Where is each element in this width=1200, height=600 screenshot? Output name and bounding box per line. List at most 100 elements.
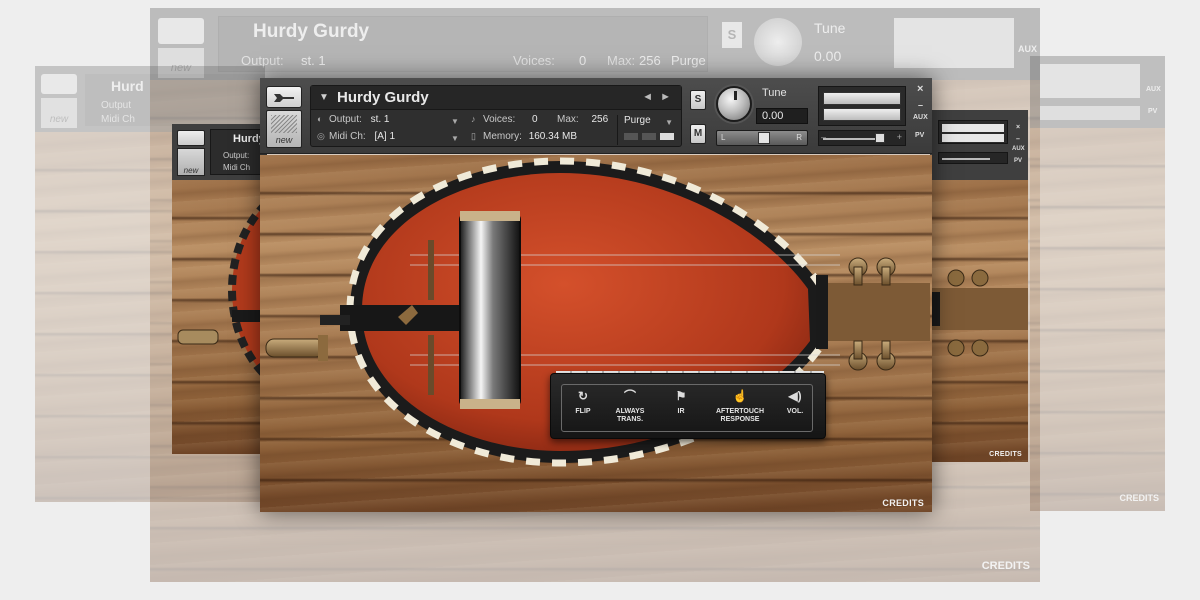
side-left-header: new Hurdy Output: Midi Ch [172, 124, 267, 180]
voices-field: ♪ Voices: 0 [471, 114, 538, 125]
aftertouch-response-control[interactable]: ☝ AFTERTOUCH RESPONSE [710, 389, 770, 424]
background-info-panel: Hurdy Gurdy Output: st. 1 Voices: 0 Max:… [218, 16, 708, 72]
voices-icon: ♪ [471, 114, 476, 124]
right-volume [1040, 106, 1140, 120]
volume-slider-thumb[interactable] [875, 133, 885, 143]
aftertouch-label-2: RESPONSE [720, 416, 760, 423]
finger-icon: ☝ [732, 389, 748, 403]
instrument-header: new ▼ Hurdy Gurdy ◄ ► ◐ Output: st. 1 ▼ ♪… [260, 78, 932, 154]
performance-controls-panel: ↻ FLIP ⌒ ALWAYS TRANS. ⚑ IR ☝ AFTERTOUCH… [550, 373, 826, 439]
right-background-credits: CREDITS [1119, 493, 1159, 503]
side-right-header: × – AUX PV [930, 110, 1028, 180]
memory-field: ▯ Memory: 160.34 MB [471, 131, 577, 142]
output-dropdown-arrow[interactable]: ▼ [451, 117, 459, 126]
next-instrument-button[interactable]: ► [660, 91, 671, 103]
side-right-meters [938, 120, 1008, 144]
purge-indicator [624, 133, 638, 140]
minimize-button[interactable]: – [918, 100, 923, 110]
controls-frame: ↻ FLIP ⌒ ALWAYS TRANS. ⚑ IR ☝ AFTERTOUCH… [561, 384, 813, 432]
background-max-value: 256 [639, 53, 661, 68]
instrument-menu-arrow[interactable]: ▼ [319, 92, 329, 103]
side-right-close: × [1016, 124, 1021, 131]
voices-value: 0 [532, 114, 538, 125]
output-value: st. 1 [370, 114, 390, 125]
hurdy-gurdy-art [265, 157, 930, 467]
background-voices-label: Voices: [513, 53, 555, 68]
previous-instrument-button[interactable]: ◄ [642, 91, 653, 103]
tune-knob[interactable] [716, 86, 752, 122]
tune-label: Tune [762, 87, 787, 99]
side-left-midi-label: Midi Ch [223, 163, 251, 172]
arc-icon: ⌒ [623, 389, 636, 403]
wrench-icon [274, 94, 294, 102]
purge-indicator [642, 133, 656, 140]
pan-slider[interactable]: L R [716, 130, 808, 146]
flip-control[interactable]: ↻ FLIP [568, 389, 598, 416]
credits-button[interactable]: CREDITS [882, 498, 924, 508]
left-midi-label: Midi Ch [101, 114, 135, 125]
close-button[interactable]: × [917, 83, 923, 95]
flip-label: FLIP [575, 408, 591, 415]
midi-dropdown-arrow[interactable]: ▼ [451, 134, 459, 143]
midi-value: [A] 1 [374, 131, 396, 142]
background-header: new Hurdy Gurdy Output: st. 1 Voices: 0 … [150, 8, 1040, 80]
side-right-window: × – AUX PV CREDITS [930, 110, 1028, 462]
voices-label: Voices: [483, 114, 516, 125]
side-right-minimize: – [1016, 136, 1020, 143]
midi-label: Midi Ch: [329, 131, 366, 142]
volume-slider[interactable]: – + [818, 130, 906, 146]
background-tune-knob [754, 18, 802, 66]
max-voices-field[interactable]: Max: 256 [557, 114, 608, 125]
right-pv-label: PV [1148, 108, 1158, 115]
edit-instrument-button[interactable] [266, 86, 302, 108]
wrench-icon [41, 74, 77, 94]
left-output-label: Output [101, 100, 132, 111]
pv-button[interactable]: PV [915, 132, 924, 139]
new-label: new [275, 135, 293, 145]
background-tune-value: 0.00 [814, 48, 842, 64]
max-value: 256 [591, 114, 609, 125]
instrument-name-row: ▼ Hurdy Gurdy ◄ ► [311, 86, 681, 110]
aux-button[interactable]: AUX [913, 114, 928, 121]
pan-slider-thumb[interactable] [758, 132, 770, 144]
side-right-pv-label: PV [1014, 158, 1023, 164]
side-right-instrument-art [930, 269, 1028, 357]
pan-left-label: L [721, 133, 726, 142]
instrument-panel: ↻ FLIP ⌒ ALWAYS TRANS. ⚑ IR ☝ AFTERTOUCH… [260, 155, 932, 512]
always-trans-control[interactable]: ⌒ ALWAYS TRANS. [608, 389, 652, 424]
background-max-label: Max: [607, 53, 636, 68]
background-aux-label: AUX [1018, 44, 1038, 54]
volume-control[interactable]: ◀) VOL. [780, 389, 810, 416]
solo-button[interactable]: S [690, 90, 706, 110]
instrument-window: new ▼ Hurdy Gurdy ◄ ► ◐ Output: st. 1 ▼ ♪… [260, 78, 932, 512]
snapshot-new-button[interactable]: new [266, 110, 302, 148]
wrench-icon [158, 18, 204, 44]
output-field[interactable]: ◐ Output: st. 1 [317, 114, 390, 125]
left-new-label: new [41, 98, 77, 128]
side-left-output-label: Output: [223, 151, 250, 160]
always-trans-label-2: TRANS. [616, 416, 644, 423]
right-meters [1040, 64, 1140, 98]
side-left-instrument-art [177, 197, 267, 383]
aftertouch-label-1: AFTERTOUCH [715, 408, 765, 415]
wrench-icon [177, 130, 205, 146]
background-voices-value: 0 [579, 53, 587, 68]
left-level-meter [823, 92, 901, 105]
right-aux-label: AUX [1146, 86, 1161, 93]
tune-value[interactable]: 0.00 [756, 108, 808, 124]
mute-button[interactable]: M [690, 124, 706, 144]
left-background-header: new Hurd Output Midi Ch [35, 66, 265, 132]
purge-dropdown-arrow: ▼ [665, 118, 673, 127]
flag-icon: ⚑ [675, 389, 687, 403]
side-left-info: Hurdy Output: Midi Ch [210, 129, 267, 175]
meter-bar [942, 134, 1004, 142]
ir-control[interactable]: ⚑ IR [666, 389, 696, 416]
background-output-value: st. 1 [301, 53, 326, 68]
side-right-credits[interactable]: CREDITS [989, 451, 1022, 458]
midi-channel-field[interactable]: ◎ Midi Ch: [A] 1 [317, 131, 395, 142]
volume-minus: – [821, 132, 827, 142]
instrument-title[interactable]: Hurdy Gurdy [337, 89, 429, 106]
purge-menu[interactable]: Purge ▼ [617, 115, 679, 145]
right-background-header: AUX PV [1030, 56, 1165, 128]
ir-label: IR [677, 408, 685, 415]
